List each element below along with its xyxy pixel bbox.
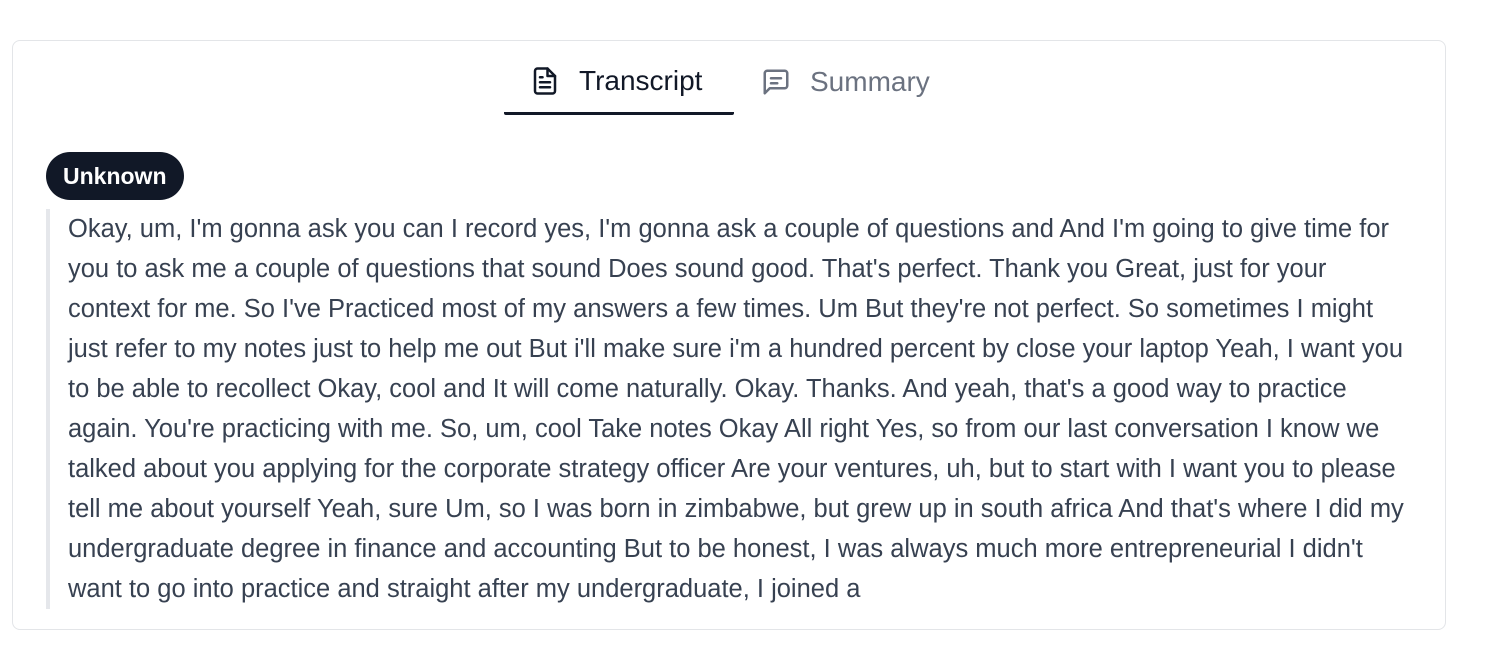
message-square-icon [761, 67, 791, 97]
speaker-badge: Unknown [46, 152, 184, 200]
tab-bar: Transcript Summary [504, 47, 954, 115]
tab-summary-label: Summary [810, 66, 930, 97]
tab-summary[interactable]: Summary [734, 49, 954, 115]
tab-transcript-label: Transcript [579, 64, 703, 96]
document-icon [530, 66, 560, 96]
tab-transcript[interactable]: Transcript [504, 49, 734, 115]
transcript-text: Okay, um, I'm gonna ask you can I record… [46, 209, 1406, 609]
transcript-card: Transcript Summary Unknown Okay, um, I'm… [12, 40, 1446, 630]
